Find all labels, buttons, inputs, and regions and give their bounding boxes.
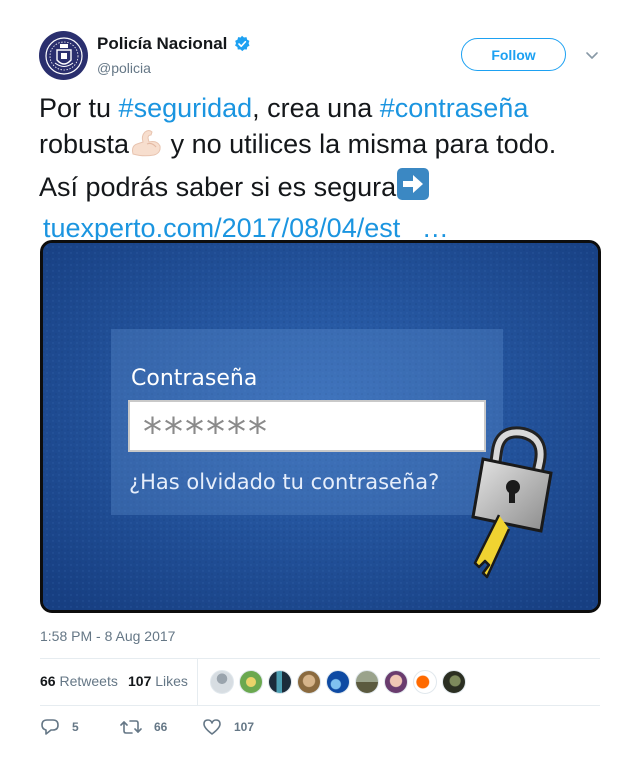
tweet-text-segment: Así podrás saber si es segura	[39, 172, 397, 202]
retweet-icon	[120, 720, 142, 734]
right-arrow-emoji	[396, 167, 430, 210]
tweet-text-segment: y no utilices la misma para todo.	[163, 129, 557, 159]
forgot-password-text: ¿Has olvidado tu contraseña?	[129, 470, 439, 494]
liker-avatar[interactable]	[442, 670, 466, 694]
tweet-media-image[interactable]: Contraseña ****** ¿Has olvidado tu contr…	[40, 240, 601, 613]
tweet-text-segment: , crea una	[252, 93, 380, 123]
password-mask: ******	[143, 410, 269, 454]
reply-button[interactable]: 5	[40, 718, 79, 736]
tweet-link[interactable]: tuexperto.com/2017/08/04/est	[43, 213, 400, 243]
liker-avatar[interactable]	[268, 670, 292, 694]
tweet-text-segment: Por tu	[39, 93, 119, 123]
chevron-down-icon[interactable]	[585, 48, 599, 62]
follow-button[interactable]: Follow	[461, 38, 566, 71]
likes-label: Likes	[155, 673, 188, 689]
retweets-stat[interactable]: 66 Retweets	[40, 673, 118, 689]
liker-avatar[interactable]	[210, 670, 234, 694]
likes-count: 107	[128, 673, 152, 689]
liker-avatar[interactable]	[355, 670, 379, 694]
tweet-actions: 5 66 107	[40, 715, 600, 739]
retweets-label: Retweets	[59, 673, 118, 689]
liker-avatar[interactable]	[413, 670, 437, 694]
likes-stat[interactable]: 107 Likes	[128, 673, 188, 689]
verified-badge-icon	[233, 35, 251, 53]
liker-avatar[interactable]	[239, 670, 263, 694]
flexed-biceps-emoji	[129, 126, 163, 167]
display-name[interactable]: Policía Nacional	[97, 34, 227, 54]
retweets-count: 66	[40, 673, 56, 689]
tweet-header: Policía Nacional @policia Follow	[39, 31, 601, 81]
retweet-button[interactable]: 66	[120, 718, 167, 736]
link-ellipsis[interactable]: …	[422, 213, 449, 243]
tweet-text: Por tu #seguridad, crea una #contraseña …	[39, 90, 604, 246]
avatar[interactable]	[39, 31, 88, 80]
tweet-text-segment: robusta	[39, 129, 130, 159]
reply-icon	[41, 719, 59, 735]
heart-icon	[203, 719, 221, 735]
engagement-stats: 66 Retweets 107 Likes	[40, 659, 600, 705]
retweet-count: 66	[154, 720, 168, 734]
liker-avatar[interactable]	[326, 670, 350, 694]
hashtag-seguridad[interactable]: #seguridad	[119, 93, 253, 123]
divider	[40, 705, 600, 706]
hashtag-contrasena[interactable]: #contraseña	[380, 93, 529, 123]
like-button[interactable]: 107	[202, 718, 254, 736]
liker-avatar[interactable]	[384, 670, 408, 694]
handle[interactable]: @policia	[97, 60, 251, 76]
reply-count: 5	[72, 720, 79, 734]
stats-separator	[197, 659, 198, 705]
liker-avatar[interactable]	[297, 670, 321, 694]
tweet-timestamp[interactable]: 1:58 PM - 8 Aug 2017	[40, 628, 175, 644]
like-count: 107	[234, 720, 255, 734]
likers-avatars	[210, 670, 471, 694]
password-label: Contraseña	[131, 366, 257, 391]
police-badge-icon	[44, 36, 83, 75]
